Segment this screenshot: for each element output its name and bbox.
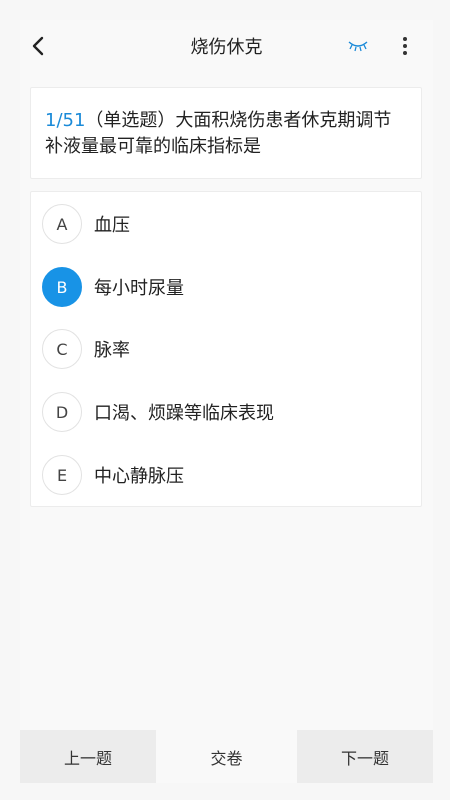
- footer-bar: 上一题 交卷 下一题: [20, 730, 433, 783]
- eye-toggle-button[interactable]: [346, 36, 370, 56]
- option-letter: D: [42, 392, 82, 432]
- submit-exam-button[interactable]: 交卷: [156, 730, 297, 783]
- options-list: A 血压 B 每小时尿量 C 脉率 D 口渴、烦躁等临床表现 E 中心静脉压: [30, 191, 422, 507]
- option-text: 口渴、烦躁等临床表现: [94, 403, 274, 424]
- question-card: 1/51（单选题）大面积烧伤患者休克期调节补液量最可靠的临床指标是: [30, 87, 422, 179]
- prev-question-button[interactable]: 上一题: [20, 730, 156, 783]
- next-question-button[interactable]: 下一题: [297, 730, 433, 783]
- option-letter: B: [42, 267, 82, 307]
- more-menu-button[interactable]: [395, 34, 415, 58]
- closed-eye-icon: [348, 41, 368, 52]
- option-c[interactable]: C 脉率: [31, 326, 421, 372]
- option-text: 每小时尿量: [94, 278, 184, 299]
- option-letter: C: [42, 329, 82, 369]
- option-text: 血压: [94, 215, 130, 236]
- app-frame: 烧伤休克 1/51（单选题）大面积烧伤患者休克期调节补液量最可靠的临床指标是 A…: [20, 20, 433, 783]
- option-text: 中心静脉压: [94, 466, 184, 487]
- option-e[interactable]: E 中心静脉压: [31, 452, 421, 498]
- option-letter: A: [42, 204, 82, 244]
- vertical-dots-icon: [403, 37, 407, 41]
- option-text: 脉率: [94, 340, 130, 361]
- question-index: 1/51: [45, 110, 86, 131]
- option-a[interactable]: A 血压: [31, 201, 421, 247]
- question-type: （单选题）: [85, 110, 176, 131]
- option-letter: E: [42, 455, 82, 495]
- option-d[interactable]: D 口渴、烦躁等临床表现: [31, 389, 421, 435]
- header-bar: 烧伤休克: [20, 20, 433, 72]
- option-b[interactable]: B 每小时尿量: [31, 264, 421, 310]
- page-title: 烧伤休克: [190, 37, 263, 58]
